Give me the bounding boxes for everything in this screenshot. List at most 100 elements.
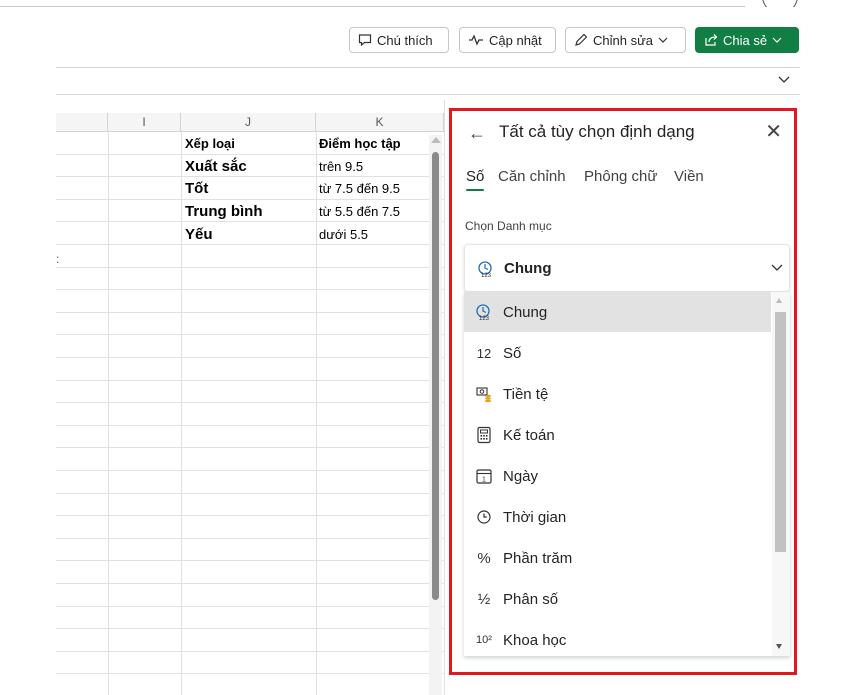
category-label: Chọn Danh mục xyxy=(465,219,552,233)
stray-mark: : xyxy=(56,252,60,266)
category-label-text: Tiền tệ xyxy=(503,386,549,403)
table-row[interactable] xyxy=(56,268,444,291)
category-item-general[interactable]: 123 Chung xyxy=(464,292,771,332)
chevron-down-icon xyxy=(772,37,782,43)
table-row[interactable] xyxy=(56,403,444,426)
table-row[interactable] xyxy=(56,494,444,517)
category-label-text: Kế toán xyxy=(503,427,555,444)
category-item-time[interactable]: Thời gian xyxy=(464,497,771,537)
table-row[interactable] xyxy=(56,584,444,607)
formula-bar[interactable] xyxy=(56,67,800,95)
table-row[interactable] xyxy=(56,448,444,471)
table-row[interactable] xyxy=(56,222,444,245)
svg-text:123: 123 xyxy=(479,316,490,321)
expand-formula-bar-icon[interactable] xyxy=(778,74,790,84)
category-label-text: Khoa học xyxy=(503,632,567,649)
spreadsheet-grid[interactable]: I J K Xếp loại Điểm học tập Xuất sắc trê… xyxy=(56,113,444,695)
clock-icon xyxy=(475,508,493,526)
share-icon xyxy=(705,34,718,46)
comments-button[interactable]: Chú thích xyxy=(349,27,449,53)
close-icon[interactable]: ✕ xyxy=(765,122,782,142)
category-label-text: Số xyxy=(503,345,522,362)
table-header-rank: Xếp loại xyxy=(185,136,235,151)
table-row[interactable] xyxy=(56,155,444,178)
column-header-k[interactable]: K xyxy=(316,113,444,132)
table-row[interactable] xyxy=(56,629,444,652)
share-label: Chia sẻ xyxy=(723,32,768,48)
dropdown-selected-value: Chung xyxy=(504,260,552,277)
category-label-text: Thời gian xyxy=(503,509,567,526)
scroll-up-arrow-icon[interactable] xyxy=(776,298,782,303)
table-row[interactable] xyxy=(56,516,444,539)
column-header-i[interactable]: I xyxy=(108,113,181,132)
panel-title: Tất cả tùy chọn định dạng xyxy=(499,122,695,141)
comments-label: Chú thích xyxy=(377,32,433,48)
left-gutter xyxy=(0,0,56,695)
table-cell: dưới 5.5 xyxy=(319,227,369,242)
table-cell: từ 5.5 đến 7.5 xyxy=(319,204,400,219)
chevron-down-icon xyxy=(658,37,668,43)
scientific-icon: 10² xyxy=(476,634,492,646)
table-header-score: Điểm học tập xyxy=(319,136,401,151)
currency-icon xyxy=(475,385,493,403)
table-row[interactable] xyxy=(56,381,444,404)
table-cell: trên 9.5 xyxy=(319,159,364,174)
catch-up-button[interactable]: Cập nhật xyxy=(459,27,556,53)
table-row[interactable] xyxy=(56,652,444,675)
category-dropdown[interactable]: 123 Chung xyxy=(464,244,790,292)
table-row[interactable] xyxy=(56,674,444,695)
table-row[interactable] xyxy=(56,539,444,562)
table-row[interactable] xyxy=(56,290,444,313)
pulse-icon xyxy=(469,34,483,46)
table-row[interactable] xyxy=(56,313,444,336)
editing-mode-button[interactable]: Chỉnh sửa xyxy=(565,27,686,53)
table-row[interactable] xyxy=(56,471,444,494)
table-cell: từ 7.5 đến 9.5 xyxy=(319,181,400,196)
category-list: 123 Chung 12 Số Tiền tệ Kế toán 1 Ngày T… xyxy=(464,292,790,656)
comment-icon xyxy=(358,34,372,47)
calculator-icon xyxy=(475,426,493,444)
table-row[interactable] xyxy=(56,426,444,449)
category-item-date[interactable]: 1 Ngày xyxy=(464,456,771,496)
tab-number[interactable]: Số xyxy=(466,168,484,185)
table-row[interactable] xyxy=(56,245,444,268)
fraction-icon: ½ xyxy=(477,590,491,608)
svg-text:1: 1 xyxy=(482,477,486,484)
category-item-fraction[interactable]: ½ Phân số xyxy=(464,579,771,619)
calendar-icon: 1 xyxy=(475,467,493,485)
scroll-down-arrow-icon[interactable] xyxy=(776,644,782,649)
category-label-text: Ngày xyxy=(503,468,539,485)
tab-alignment[interactable]: Căn chỉnh xyxy=(498,168,566,185)
table-cell: Tốt xyxy=(185,180,209,197)
back-arrow-icon[interactable]: ← xyxy=(468,123,486,144)
panel-divider xyxy=(444,100,445,695)
table-row[interactable] xyxy=(56,607,444,630)
table-row[interactable] xyxy=(56,561,444,584)
chevron-down-icon xyxy=(771,264,783,271)
catch-up-label: Cập nhật xyxy=(489,32,542,48)
tab-font[interactable]: Phông chữ xyxy=(584,168,657,185)
share-button[interactable]: Chia sẻ xyxy=(695,27,799,53)
column-header-j[interactable]: J xyxy=(181,113,316,132)
category-list-scroll-thumb[interactable] xyxy=(775,312,786,552)
general-format-icon: 123 xyxy=(475,303,493,321)
category-item-accounting[interactable]: Kế toán xyxy=(464,415,771,455)
table-cell: Yếu xyxy=(185,226,213,243)
category-label-text: Phân số xyxy=(503,591,559,608)
sheet-scroll-thumb[interactable] xyxy=(432,152,439,600)
percent-icon: % xyxy=(477,549,491,567)
column-header-h[interactable] xyxy=(56,113,108,132)
category-item-number[interactable]: 12 Số xyxy=(464,333,771,373)
pencil-icon xyxy=(575,33,588,46)
svg-text:123: 123 xyxy=(481,273,492,278)
category-item-currency[interactable]: Tiền tệ xyxy=(464,374,771,414)
category-label-text: Chung xyxy=(503,304,548,321)
table-row[interactable] xyxy=(56,335,444,358)
category-label-text: Phần trăm xyxy=(503,550,573,567)
tab-border[interactable]: Viền xyxy=(674,168,704,185)
category-item-percentage[interactable]: % Phần trăm xyxy=(464,538,771,578)
editing-mode-label: Chỉnh sửa xyxy=(593,32,654,48)
category-item-scientific[interactable]: 10² Khoa học xyxy=(464,620,771,656)
scroll-up-arrow-icon[interactable] xyxy=(431,137,441,143)
table-row[interactable] xyxy=(56,358,444,381)
